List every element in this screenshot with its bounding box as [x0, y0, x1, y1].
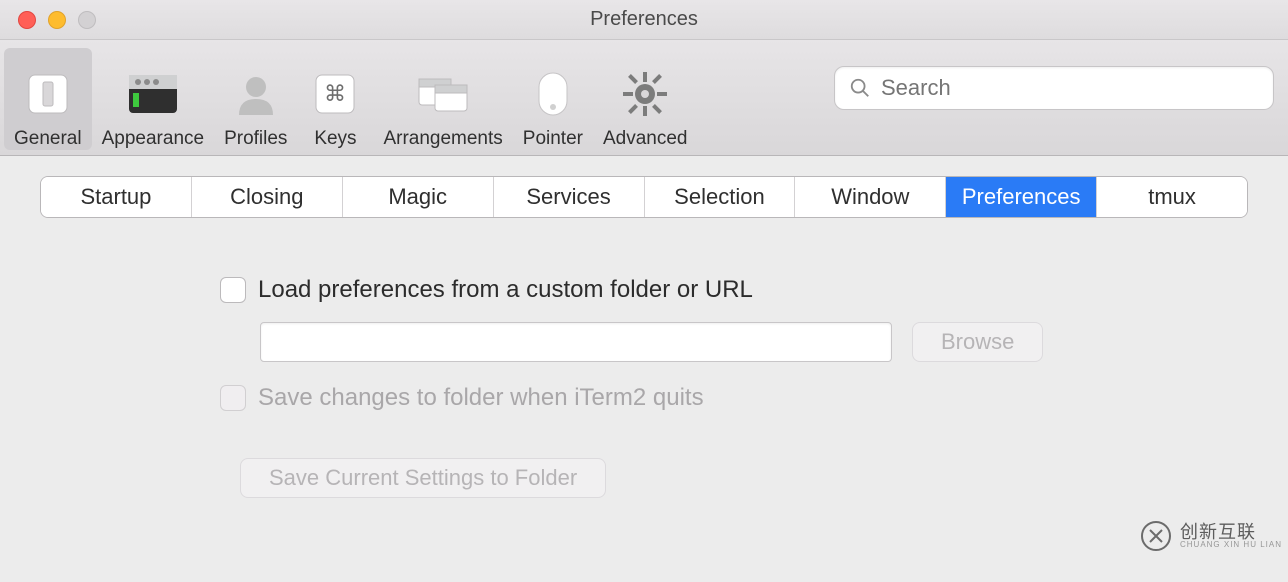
toolbar-item-general[interactable]: General — [4, 48, 92, 150]
toolbar-label: Advanced — [603, 128, 688, 150]
load-custom-checkbox[interactable] — [220, 277, 246, 303]
load-custom-row: Load preferences from a custom folder or… — [220, 276, 1248, 304]
close-icon[interactable] — [18, 11, 36, 29]
save-on-quit-label: Save changes to folder when iTerm2 quits — [258, 384, 704, 412]
svg-text:⌘: ⌘ — [324, 81, 346, 106]
arrangements-icon — [415, 66, 471, 122]
toolbar-item-advanced[interactable]: Advanced — [593, 48, 698, 150]
tab-startup[interactable]: Startup — [41, 177, 192, 217]
appearance-icon — [125, 66, 181, 122]
folder-path-row: Browse — [260, 322, 1248, 362]
toolbar-label: Arrangements — [383, 128, 502, 150]
search-input[interactable] — [881, 75, 1259, 101]
traffic-lights — [18, 11, 96, 29]
minimize-icon[interactable] — [48, 11, 66, 29]
toolbar-label: Pointer — [523, 128, 583, 150]
profiles-icon — [228, 66, 284, 122]
toolbar-item-arrangements[interactable]: Arrangements — [373, 48, 512, 150]
save-on-quit-row: Save changes to folder when iTerm2 quits — [220, 384, 1248, 412]
general-icon — [20, 66, 76, 122]
keys-icon: ⌘ — [307, 66, 363, 122]
tab-strip: Startup Closing Magic Services Selection… — [40, 176, 1248, 218]
tab-magic[interactable]: Magic — [343, 177, 494, 217]
tab-window[interactable]: Window — [795, 177, 946, 217]
watermark-cn: 创新互联 — [1180, 523, 1282, 541]
toolbar-label: Appearance — [102, 128, 204, 150]
titlebar: Preferences — [0, 0, 1288, 40]
toolbar-label: Keys — [314, 128, 356, 150]
browse-button[interactable]: Browse — [912, 322, 1043, 362]
toolbar: General Appearance Profiles ⌘ Keys Arran… — [0, 40, 1288, 156]
zoom-icon — [78, 11, 96, 29]
watermark-logo-icon — [1140, 520, 1172, 552]
load-custom-label: Load preferences from a custom folder or… — [258, 276, 753, 304]
save-on-quit-checkbox — [220, 385, 246, 411]
search-icon — [849, 77, 871, 99]
pointer-icon — [525, 66, 581, 122]
save-current-row: Save Current Settings to Folder — [220, 458, 1248, 498]
window-title: Preferences — [590, 8, 698, 31]
toolbar-item-appearance[interactable]: Appearance — [92, 48, 214, 150]
content: Startup Closing Magic Services Selection… — [0, 156, 1288, 582]
toolbar-label: General — [14, 128, 82, 150]
search-field[interactable] — [834, 66, 1274, 110]
folder-path-input[interactable] — [260, 322, 892, 362]
toolbar-item-pointer[interactable]: Pointer — [513, 48, 593, 150]
toolbar-label: Profiles — [224, 128, 287, 150]
toolbar-item-profiles[interactable]: Profiles — [214, 48, 297, 150]
save-current-button: Save Current Settings to Folder — [240, 458, 606, 498]
watermark-en: CHUANG XIN HU LIAN — [1180, 541, 1282, 549]
gear-icon — [617, 66, 673, 122]
tab-services[interactable]: Services — [494, 177, 645, 217]
preferences-panel: Load preferences from a custom folder or… — [40, 218, 1248, 542]
tab-preferences[interactable]: Preferences — [946, 177, 1097, 217]
tab-closing[interactable]: Closing — [192, 177, 343, 217]
watermark: 创新互联 CHUANG XIN HU LIAN — [1140, 520, 1282, 552]
tab-tmux[interactable]: tmux — [1097, 177, 1247, 217]
toolbar-item-keys[interactable]: ⌘ Keys — [297, 48, 373, 150]
tab-selection[interactable]: Selection — [645, 177, 796, 217]
